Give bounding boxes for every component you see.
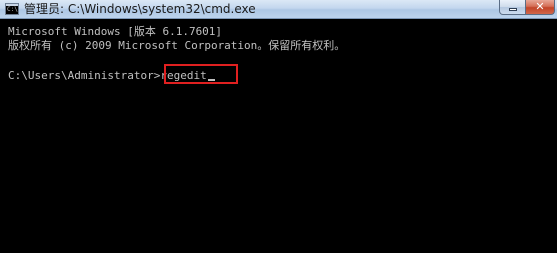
cmd-console-icon[interactable]: C:\ xyxy=(5,3,19,15)
minimize-button[interactable] xyxy=(499,0,526,15)
window-title: 管理员: C:\Windows\system32\cmd.exe xyxy=(24,2,256,16)
command-highlight-box xyxy=(164,64,238,84)
version-line: Microsoft Windows [版本 6.1.7601] xyxy=(8,25,223,38)
title-bar[interactable]: C:\ 管理员: C:\Windows\system32\cmd.exe ✕ xyxy=(0,0,557,19)
minimize-icon xyxy=(509,8,517,11)
close-button[interactable]: ✕ xyxy=(525,0,555,15)
copyright-line: 版权所有 (c) 2009 Microsoft Corporation。保留所有… xyxy=(8,39,346,52)
icon-text: C:\ xyxy=(7,6,18,13)
console-area[interactable]: Microsoft Windows [版本 6.1.7601] 版权所有 (c)… xyxy=(0,19,557,253)
prompt-text: C:\Users\Administrator> xyxy=(8,69,161,82)
close-icon: ✕ xyxy=(535,0,545,13)
